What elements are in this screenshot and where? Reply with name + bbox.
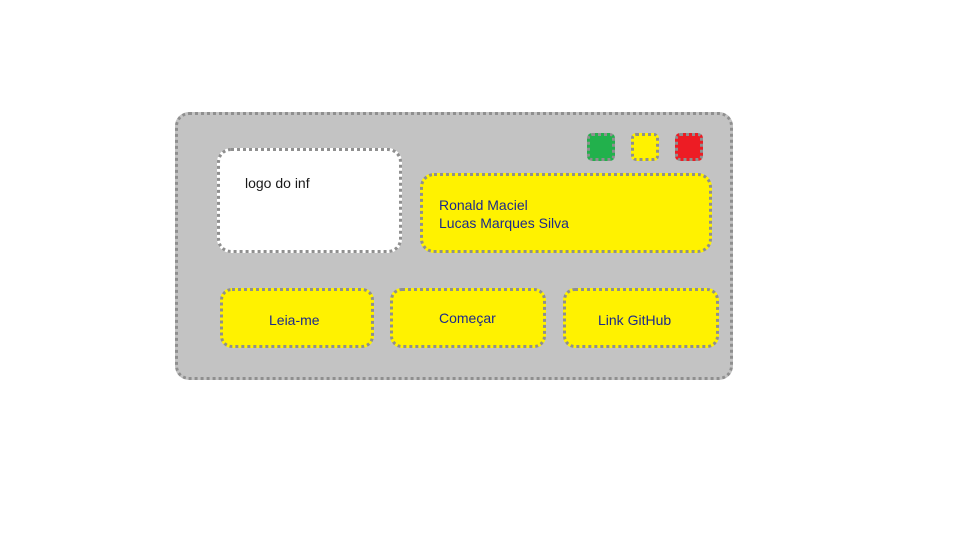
author-name-2: Lucas Marques Silva xyxy=(439,215,569,231)
window-control-yellow[interactable] xyxy=(631,133,659,161)
readme-button-label: Leia-me xyxy=(269,312,320,328)
github-link-label: Link GitHub xyxy=(598,312,672,328)
start-button[interactable]: Começar xyxy=(390,288,546,348)
authors-panel: Ronald Maciel Lucas Marques Silva xyxy=(420,173,712,253)
window-control-red[interactable] xyxy=(675,133,703,161)
github-link-button[interactable]: Link GitHub xyxy=(563,288,719,348)
start-button-label: Começar xyxy=(439,310,496,326)
window-control-green[interactable] xyxy=(587,133,615,161)
logo-placeholder: logo do inf xyxy=(217,148,402,253)
logo-label: logo do inf xyxy=(245,175,310,191)
author-name-1: Ronald Maciel xyxy=(439,197,528,213)
readme-button[interactable]: Leia-me xyxy=(220,288,374,348)
